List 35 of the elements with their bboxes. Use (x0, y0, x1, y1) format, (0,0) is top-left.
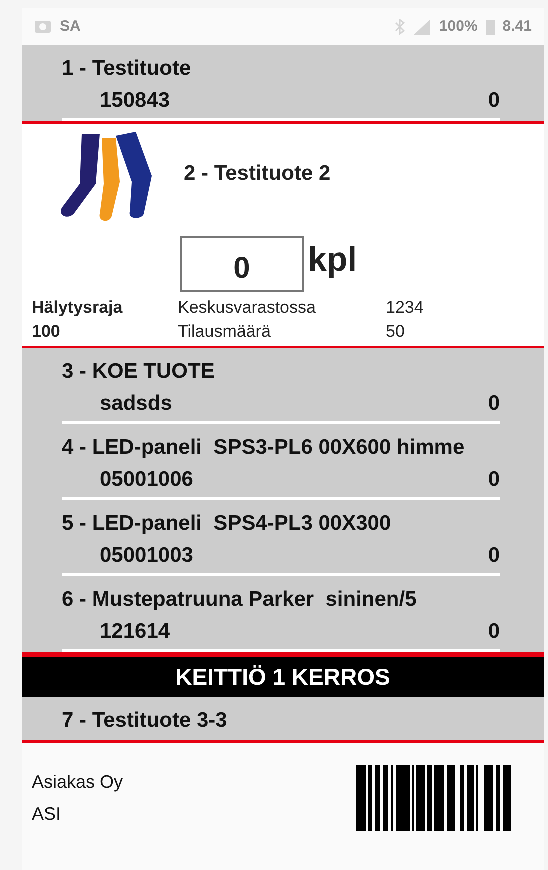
battery-icon (486, 18, 495, 34)
signal-icon (413, 18, 432, 34)
product-name: 1 - Testituote (62, 56, 192, 80)
product-title: 2 - Testituote 2 (184, 162, 331, 186)
carrier-text: SA (60, 18, 81, 35)
battery-percent: 100% (439, 18, 478, 35)
customer-name: Asiakas Oy (32, 771, 124, 794)
product-name: 7 - Testituote 3-3 (62, 708, 228, 732)
section-header: KEITTIÖ 1 KERROS (22, 657, 544, 697)
product-code: 150843 (100, 88, 170, 112)
product-code: 05001006 (100, 468, 194, 492)
product-name: 3 - KOE TUOTE (62, 360, 215, 384)
product-code: 05001003 (100, 544, 194, 568)
product-name: 6 - Mustepatruuna Parker sininen/5 (62, 588, 417, 612)
clock-time: 8.41 (502, 18, 532, 35)
unit-label: kpl (308, 240, 358, 280)
quantity: 0 (488, 620, 500, 644)
stock-value: 1234 (386, 297, 425, 319)
order-value: 50 (386, 321, 406, 343)
customer-code: ASI (32, 803, 62, 826)
order-label: Tilausmäärä (178, 321, 272, 343)
product-code: 121614 (100, 620, 170, 644)
product-name: 4 - LED-paneli SPS3-PL6 00X600 himme (62, 436, 465, 460)
bluetooth-icon (395, 18, 406, 34)
product-code: sadsds (100, 392, 172, 416)
quantity-field[interactable]: 0 (180, 236, 304, 292)
product-name: 5 - LED-paneli SPS4-PL3 00X300 (62, 512, 392, 536)
stock-label: Keskusvarastossa (178, 297, 317, 319)
alert-label: Hälytysraja (32, 297, 124, 319)
alert-value: 100 (32, 321, 62, 343)
quantity: 0 (488, 544, 500, 568)
quantity: 0 (488, 88, 500, 112)
quantity: 0 (488, 392, 500, 416)
photo-icon (34, 19, 52, 34)
quantity: 0 (488, 468, 500, 492)
